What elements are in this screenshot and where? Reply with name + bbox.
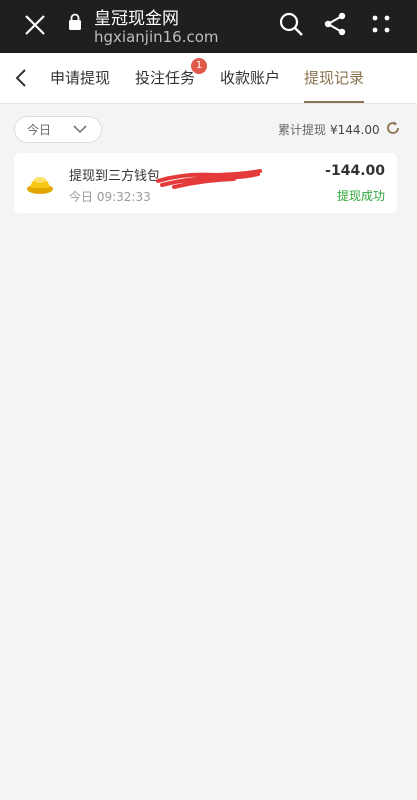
date-filter-dropdown[interactable]: 今日 — [14, 116, 102, 143]
site-url[interactable]: hgxianjin16.com — [94, 28, 219, 46]
more-icon[interactable] — [370, 13, 392, 35]
record-time: 今日 09:32:33 — [69, 190, 151, 204]
lock-icon — [69, 13, 81, 30]
total-withdrawn: 累计提现 ¥144.00 — [278, 121, 380, 138]
tab-label: 申请提现 — [50, 69, 111, 87]
tab-withdrawal-records[interactable]: 提现记录 — [304, 53, 365, 103]
gold-ingot-icon — [27, 177, 53, 194]
search-icon[interactable] — [278, 11, 304, 37]
active-tab-indicator — [304, 101, 365, 103]
record-status: 提现成功 — [336, 189, 385, 203]
share-icon[interactable] — [322, 11, 348, 37]
redaction-scribble — [156, 169, 262, 189]
tab-bar: 申请提现 投注任务 1 收款账户 提现记录 — [0, 53, 417, 104]
tab-payment-accounts[interactable]: 收款账户 — [220, 53, 280, 103]
notification-badge: 1 — [191, 58, 207, 74]
browser-toolbar: 皇冠现金网 hgxianjin16.com — [0, 0, 417, 53]
withdrawal-record-item[interactable]: 提现到三方钱包 今日 09:32:33 -144.00 提现成功 — [14, 153, 397, 213]
total-withdrawn-amount: ¥144.00 — [330, 123, 380, 137]
site-title: 皇冠现金网 — [94, 9, 179, 29]
tab-betting-tasks[interactable]: 投注任务 — [135, 53, 195, 103]
record-title: 提现到三方钱包 — [69, 169, 161, 184]
back-arrow-icon[interactable] — [12, 67, 32, 89]
date-filter-value: 今日 — [27, 123, 52, 137]
tab-label: 收款账户 — [220, 69, 281, 87]
tab-label: 提现记录 — [304, 69, 365, 87]
total-withdrawn-label: 累计提现 — [278, 123, 327, 137]
chevron-down-icon — [73, 125, 87, 134]
refresh-icon[interactable] — [385, 120, 401, 136]
close-icon[interactable] — [22, 12, 48, 38]
tab-label: 投注任务 — [135, 69, 196, 87]
tab-apply-withdrawal[interactable]: 申请提现 — [50, 53, 110, 103]
record-amount: -144.00 — [325, 163, 385, 179]
